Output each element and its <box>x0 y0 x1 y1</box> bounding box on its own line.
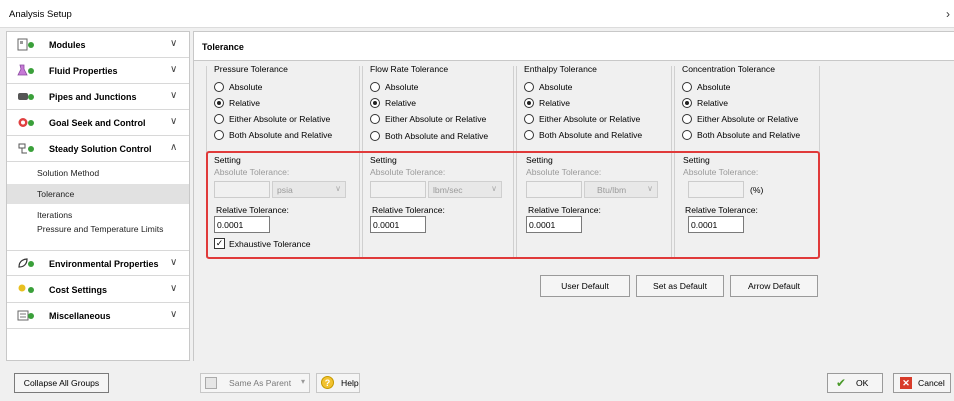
sidebar-group-goal-seek[interactable]: Goal Seek and Control ∨ <box>7 110 189 136</box>
set-as-default-button[interactable]: Set as Default <box>636 275 724 297</box>
cancel-label: Cancel <box>918 378 945 388</box>
chevron-down-icon[interactable]: ∨ <box>170 64 177 75</box>
concentration-tolerance-title: Concentration Tolerance <box>682 64 777 74</box>
chevron-down-icon[interactable]: ∨ <box>170 283 177 294</box>
sidebar-group-label: Cost Settings <box>49 285 108 295</box>
sidebar-item-label: Solution Method <box>37 168 100 178</box>
help-icon: ? <box>321 376 334 389</box>
ok-label: OK <box>856 378 869 388</box>
close-icon[interactable]: › <box>946 7 950 21</box>
sidebar-item-label: Iterations <box>37 210 73 220</box>
window-title: Analysis Setup <box>9 9 72 20</box>
steady-solution-icon <box>18 143 34 154</box>
sidebar: Modules ∨ Fluid Properties ∨ Pipes and J… <box>6 31 190 361</box>
sidebar-group-label: Goal Seek and Control <box>49 118 146 128</box>
sidebar-item-label: Tolerance <box>37 189 75 199</box>
sidebar-item-pressure-temperature-limits[interactable]: Pressure and Temperature Limits <box>7 222 189 248</box>
sidebar-item-label: Pressure and Temperature Limits <box>37 224 164 234</box>
chevron-up-icon[interactable]: ∧ <box>170 142 177 153</box>
same-as-parent-dropdown[interactable]: Same As Parent ▾ <box>200 373 310 393</box>
cancel-x-icon: ✕ <box>900 377 912 389</box>
ok-button[interactable]: ✔ OK <box>827 373 883 393</box>
arrow-default-button[interactable]: Arrow Default <box>730 275 818 297</box>
chevron-down-icon[interactable]: ∨ <box>170 309 177 320</box>
sidebar-group-label: Modules <box>49 40 86 50</box>
checkmark-icon: ✔ <box>836 376 847 390</box>
collapse-all-groups-button[interactable]: Collapse All Groups <box>14 373 109 393</box>
title-bar: Analysis Setup › <box>0 0 954 28</box>
cost-settings-icon <box>18 284 34 293</box>
analysis-setup-window: Analysis Setup › Modules ∨ Fluid Propert… <box>0 0 954 401</box>
sidebar-group-environmental[interactable]: Environmental Properties ∨ <box>7 250 189 276</box>
sidebar-group-steady-solution[interactable]: Steady Solution Control ∧ <box>7 136 189 162</box>
chevron-down-icon[interactable]: ∨ <box>170 38 177 49</box>
sidebar-group-label: Steady Solution Control <box>49 144 152 154</box>
miscellaneous-icon <box>17 310 34 321</box>
help-label: Help <box>341 378 359 388</box>
flow-rate-tolerance-title: Flow Rate Tolerance <box>370 64 451 74</box>
sidebar-group-modules[interactable]: Modules ∨ <box>7 32 189 58</box>
chevron-down-icon[interactable]: ∨ <box>170 116 177 127</box>
panel-header: Tolerance <box>194 32 954 61</box>
chevron-down-icon[interactable]: ∨ <box>170 257 177 268</box>
enthalpy-tolerance-title: Enthalpy Tolerance <box>524 64 599 74</box>
fluid-properties-icon <box>17 64 34 76</box>
same-as-parent-label: Same As Parent <box>229 378 292 388</box>
sidebar-group-fluid-properties[interactable]: Fluid Properties ∨ <box>7 58 189 84</box>
sidebar-group-label: Fluid Properties <box>49 66 118 76</box>
sidebar-group-pipes-junctions[interactable]: Pipes and Junctions ∨ <box>7 84 189 110</box>
sidebar-group-label: Environmental Properties <box>49 259 159 269</box>
sidebar-group-label: Pipes and Junctions <box>49 92 137 102</box>
dropdown-arrow-icon: ▾ <box>301 377 306 386</box>
pressure-tolerance-title: Pressure Tolerance <box>214 64 290 74</box>
sidebar-item-solution-method[interactable]: Solution Method <box>7 163 189 183</box>
pipes-junctions-icon <box>18 93 34 100</box>
notepad-icon <box>205 377 217 389</box>
sidebar-item-tolerance[interactable]: Tolerance <box>7 184 189 204</box>
chevron-down-icon[interactable]: ∨ <box>170 90 177 101</box>
goal-seek-icon <box>18 118 34 127</box>
sidebar-group-miscellaneous[interactable]: Miscellaneous ∨ <box>7 303 189 329</box>
user-default-button[interactable]: User Default <box>540 275 630 297</box>
sidebar-group-cost-settings[interactable]: Cost Settings ∨ <box>7 277 189 303</box>
cancel-button[interactable]: ✕ Cancel <box>893 373 951 393</box>
sidebar-group-label: Miscellaneous <box>49 311 111 321</box>
settings-highlight-frame <box>206 151 820 259</box>
environmental-icon <box>18 258 34 268</box>
help-button[interactable]: ? Help <box>316 373 360 393</box>
modules-icon <box>17 38 34 51</box>
page-title: Tolerance <box>202 42 244 52</box>
